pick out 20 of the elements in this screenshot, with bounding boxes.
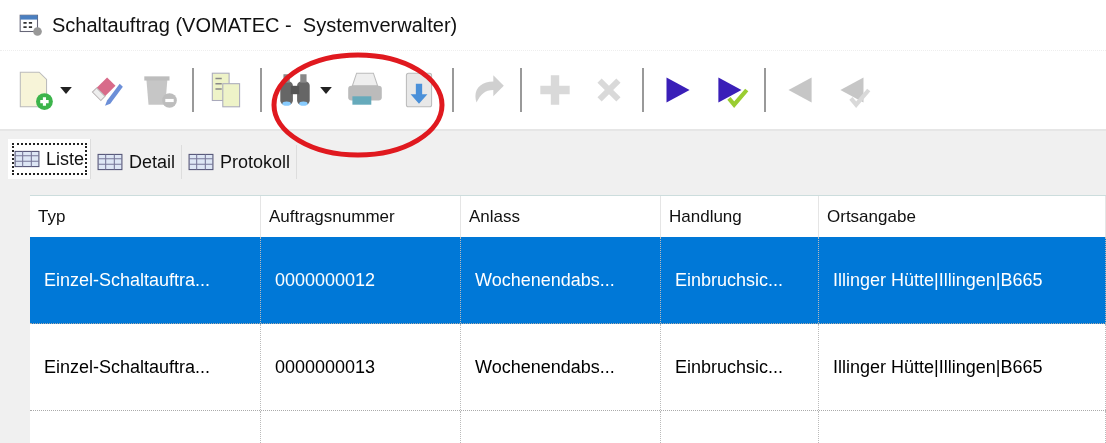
table-cell: Einbruchsic... [675, 356, 784, 378]
table-row[interactable]: Einzel-Schaltauftra... 0000000013 Wochenendabs... Einbruchsic... Illinger Hütte|Illingen|B665 [30, 324, 1106, 411]
tab-icon [188, 153, 215, 171]
table-cell: Wochenendabs... [475, 269, 615, 291]
tab-icon [14, 150, 40, 168]
table-cell: Wochenendabs... [475, 356, 615, 378]
table-cell: 0000000013 [275, 356, 376, 378]
table-cell: Illinger Hütte|Illingen|B665 [833, 269, 1043, 291]
tab-icon [97, 153, 124, 171]
table-cell: 0000000012 [275, 269, 376, 291]
calendar-icon [18, 12, 44, 38]
table-cell: Einzel-Schaltauftra... [44, 269, 211, 291]
caret-icon [60, 86, 72, 94]
table-cell: Illinger Hütte|Illingen|B665 [833, 356, 1043, 378]
window-title: Schaltauftrag (VOMATEC - Systemverwalter) [52, 13, 458, 37]
table-row[interactable]: Einzel-Schaltauftra... 0000000012 Wochenendabs... Einbruchsic... Illinger Hütte|Illingen|B665 [30, 237, 1106, 324]
table-cell: Einbruchsic... [675, 269, 784, 291]
tab[interactable]: Liste [8, 139, 92, 179]
caret-icon [320, 86, 332, 94]
table-cell: Einzel-Schaltauftra... [44, 356, 211, 378]
